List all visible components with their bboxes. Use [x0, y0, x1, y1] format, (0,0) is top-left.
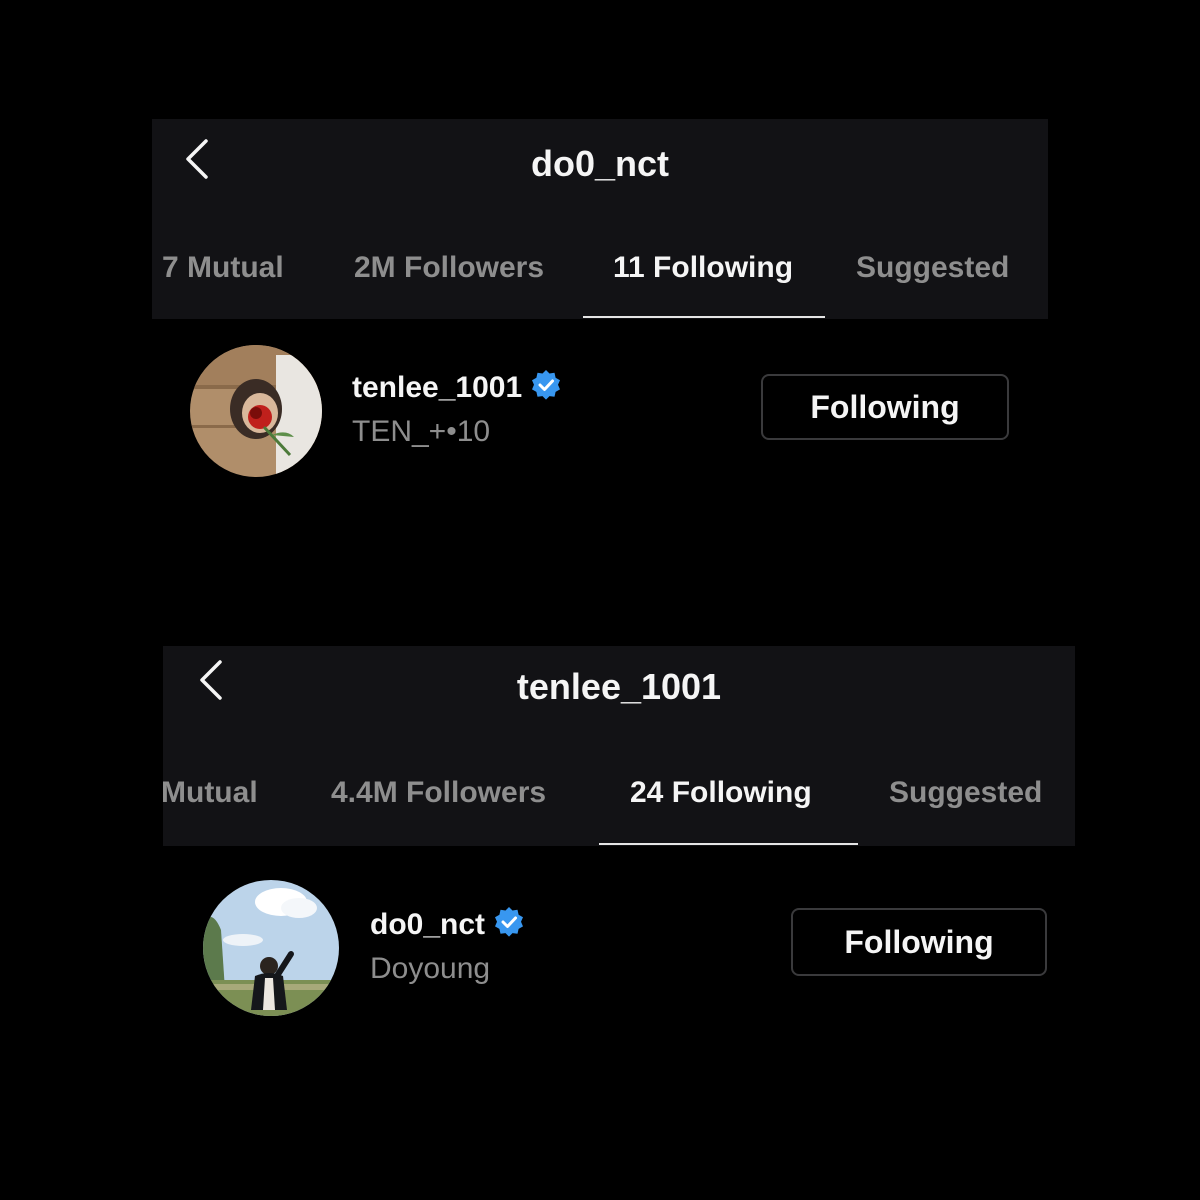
following-button[interactable]: Following	[761, 374, 1009, 440]
username[interactable]: tenlee_1001	[352, 369, 562, 405]
avatar-image	[203, 880, 339, 1016]
page-title: tenlee_1001	[516, 666, 722, 707]
active-tab-indicator	[583, 316, 825, 318]
page-title: do0_nct	[530, 143, 670, 184]
tab-followers[interactable]: 4.4M Followers	[331, 776, 546, 810]
tab-suggested[interactable]: Suggested	[889, 776, 1042, 810]
list-item[interactable]: do0_nct Doyoung Following	[163, 880, 1075, 1016]
username-text: tenlee_1001	[352, 371, 523, 404]
tab-mutual[interactable]: Mutual	[161, 776, 258, 810]
full-name: Doyoung	[370, 952, 491, 985]
tab-followers[interactable]: 2M Followers	[354, 251, 544, 285]
following-button[interactable]: Following	[791, 908, 1047, 976]
screen-do0-nct-following: do0_nct 7 Mutual 2M Followers 11 Followi…	[152, 119, 1048, 500]
avatar[interactable]	[203, 880, 339, 1016]
tab-suggested[interactable]: Suggested	[856, 251, 1009, 285]
active-tab-indicator	[599, 843, 858, 845]
full-name: TEN_+•10	[352, 415, 491, 448]
avatar[interactable]	[190, 345, 322, 477]
username-text: do0_nct	[370, 908, 486, 941]
verified-badge-icon	[495, 907, 524, 937]
header: do0_nct 7 Mutual 2M Followers 11 Followi…	[152, 119, 1048, 319]
verified-badge-icon	[532, 370, 561, 400]
list-item[interactable]: tenlee_1001 TEN_+•10 Following	[152, 345, 1048, 479]
tab-mutual[interactable]: 7 Mutual	[162, 251, 284, 285]
tab-following[interactable]: 11 Following	[613, 251, 793, 285]
username[interactable]: do0_nct	[370, 906, 525, 942]
screen-tenlee-1001-following: tenlee_1001 Mutual 4.4M Followers 24 Fol…	[161, 646, 1075, 1026]
header: tenlee_1001 Mutual 4.4M Followers 24 Fol…	[161, 646, 1075, 846]
avatar-image	[190, 345, 322, 477]
tab-following[interactable]: 24 Following	[630, 776, 812, 810]
